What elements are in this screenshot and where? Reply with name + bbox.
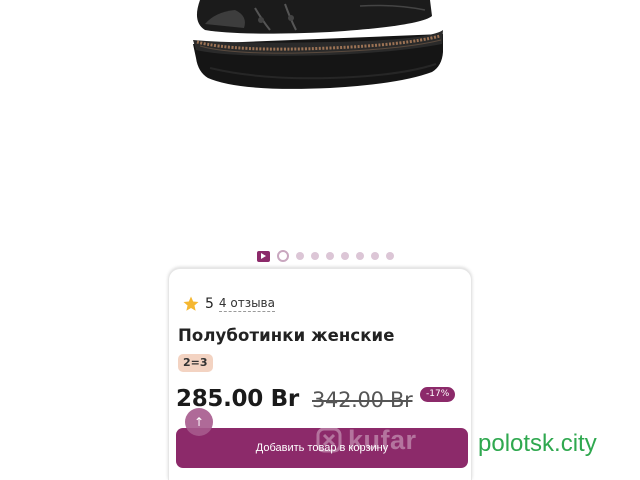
gallery-dot[interactable] (370, 252, 379, 260)
old-price: 342.00 Br (312, 388, 413, 412)
gallery-dot[interactable] (385, 252, 394, 260)
promo-badge: 2=3 (178, 354, 213, 372)
gallery-dot[interactable] (295, 252, 304, 260)
site-label: polotsk.city (478, 430, 597, 457)
add-to-cart-button[interactable]: Добавить товар в корзину (176, 428, 468, 468)
video-slide-dot[interactable] (256, 250, 270, 262)
gallery-dot[interactable] (325, 252, 334, 260)
shoe-image (193, 0, 443, 89)
gallery-dot[interactable] (340, 252, 349, 260)
gallery-dot[interactable] (355, 252, 364, 260)
product-photo[interactable] (0, 0, 640, 268)
star-icon (183, 296, 199, 311)
rating-row: 5 4 отзыва (182, 294, 275, 314)
gallery-pagination (0, 248, 640, 264)
reviews-link[interactable]: 4 отзыва (218, 296, 275, 312)
arrow-up-icon: ↑ (193, 415, 205, 429)
rating-value: 5 (205, 296, 214, 312)
gallery-dot-active[interactable] (276, 250, 289, 262)
discount-badge: -17% (420, 387, 456, 402)
product-title: Полуботинки женские (178, 326, 395, 345)
gallery-dot[interactable] (310, 252, 319, 260)
scroll-up-button[interactable]: ↑ (185, 408, 213, 436)
